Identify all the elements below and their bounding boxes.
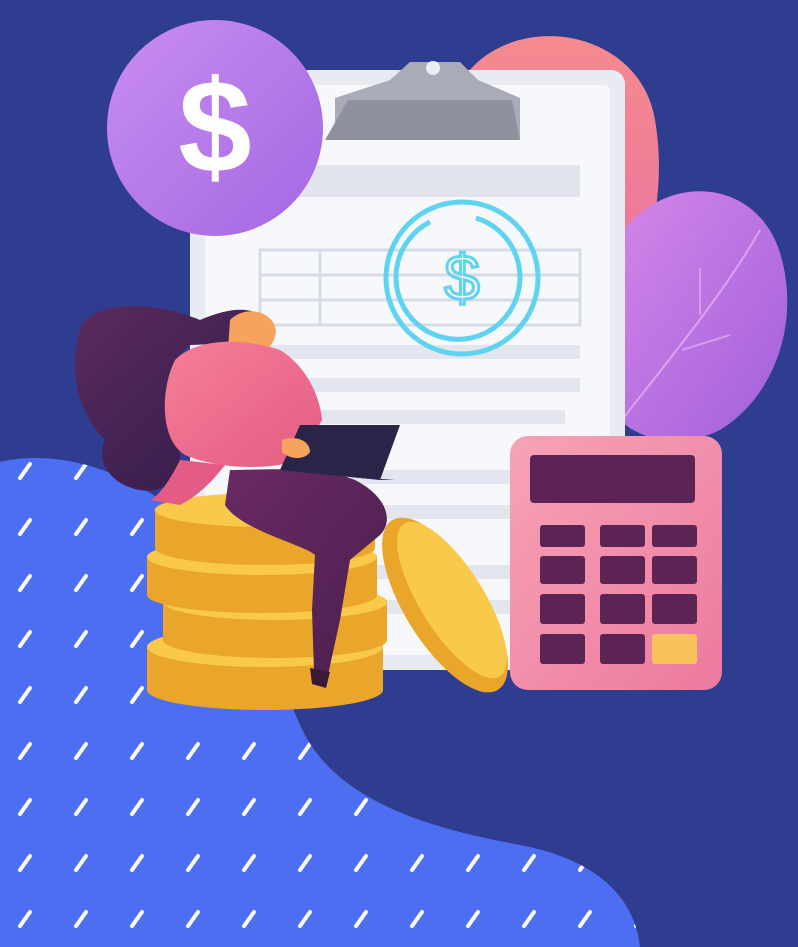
svg-text:$: $ — [444, 242, 480, 314]
finance-illustration: $ $ — [0, 0, 798, 947]
dollar-badge-icon: $ — [107, 20, 323, 236]
svg-text:$: $ — [178, 53, 251, 200]
illustration-canvas: $ $ — [0, 0, 798, 947]
calculator-icon — [510, 436, 722, 690]
